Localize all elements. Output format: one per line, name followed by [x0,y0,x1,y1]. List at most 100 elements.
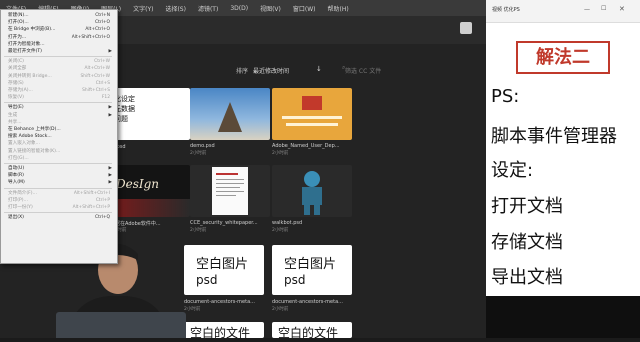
menu-select[interactable]: 选择(S) [165,4,186,13]
file-menu-item[interactable]: 共享... [0,119,116,126]
file-menu-item[interactable]: 关闭(C) Ctrl+W [0,58,116,65]
menu-window[interactable]: 窗口(W) [293,4,316,13]
file-menu-item[interactable]: 新建(N)... Ctrl+N [0,12,116,19]
menu-type[interactable]: 文字(Y) [133,4,153,13]
file-time: 2小时前 [272,307,289,312]
menu-item-label: 脚本(R) [8,173,24,179]
menu-separator [4,163,112,164]
thumbnail-line [216,195,236,196]
blank-title: 空白的文件 [278,326,339,338]
file-thumbnail-demo[interactable] [190,88,270,140]
thumbnail-line [216,173,238,175]
menu-item-shortcut: Shift+Ctrl+S [82,88,110,93]
menu-filter[interactable]: 滤镜(T) [198,4,218,13]
submenu-arrow-icon: ▶ [108,166,112,171]
blank-title: 空白图片 [284,257,337,272]
file-thumbnail-design[interactable]: DesIgn [110,165,190,217]
file-name: Adobe_Named_User_Dep... [272,143,340,149]
file-name: demo.psd [190,143,215,149]
submenu-arrow-icon: ▶ [108,105,112,111]
file-menu-item[interactable]: 导出(E) ▶ [0,104,116,111]
menu-item-label: 共享... [8,119,22,125]
menu-item-label: 打包(G)... [8,155,29,161]
sort-dropdown[interactable]: 最近修改时间 [253,66,289,75]
menu-separator [4,187,112,189]
menu-item-shortcut: Ctrl+W [94,59,110,65]
blank-title: 空白图片 [196,257,249,272]
adobe-logo-icon [302,96,322,110]
file-thumbnail-blank-4[interactable]: 空白的文件 [272,322,352,338]
file-menu-item[interactable]: 打开为智能对象... [0,41,116,48]
robot-leg [314,205,320,215]
file-thumbnail-adobe-named-user[interactable] [272,88,352,140]
menu-item-label: 在 Behance 上共享(D)... [8,127,61,132]
note-line-open-doc: 打开文档 [491,196,563,217]
file-menu-item[interactable]: 在 Bridge 中浏览(B)... Alt+Ctrl+O [0,26,116,33]
menu-item-shortcut: F12 [101,95,110,101]
file-thumbnail-cce-security[interactable] [190,165,270,217]
file-menu-item[interactable]: 打开为... Alt+Shift+Ctrl+O [0,34,116,41]
menu-item-shortcut: Ctrl+N [95,13,110,18]
file-menu-item[interactable]: 自动(U) ▶ [0,165,116,172]
blank-title: 空白的文件 [190,326,251,338]
file-time: 2小时前 [190,151,207,156]
document-page [212,167,248,215]
menu-item-label: 打印一份(Y) [8,205,33,210]
file-menu-item[interactable]: 生成 ▶ [0,112,116,119]
file-thumbnail-walkbot[interactable] [272,165,352,217]
menu-item-label: 打开为... [8,34,27,40]
menu-3d[interactable]: 3D(D) [230,5,248,12]
file-menu-item[interactable]: 恢复(V) F12 [0,94,116,101]
file-menu-item[interactable]: 打包(G)... [0,155,116,162]
file-name: document-ancestors-meta... [272,299,343,305]
file-thumbnail-1[interactable]: 化设定 元数据 问题 [110,88,190,140]
menu-item-shortcut: Ctrl+S [95,80,110,86]
filter-input[interactable]: 筛选 CC 文件 [345,66,381,75]
menu-item-label: 文件简介(F)... [8,190,37,196]
blank-subtitle: psd [284,273,306,287]
file-menu-item[interactable]: 置入链接的智能对象(K)... [0,148,116,155]
note-line-ps: PS: [491,86,520,107]
submenu-arrow-icon: ▶ [108,49,112,54]
note-line-script-manager: 脚本事件管理器 [491,126,617,147]
file-menu-item[interactable]: 在 Behance 上共享(D)... [0,126,116,133]
file-menu-item[interactable]: 打印(P)... Ctrl+P [0,197,116,204]
submenu-arrow-icon: ▶ [108,112,112,118]
file-menu-item[interactable]: 关闭并转到 Bridge... Shift+Ctrl+W [0,73,116,80]
file-time: 2小时前 [184,307,201,312]
file-menu-item[interactable]: 存储(S) Ctrl+S [0,80,116,87]
file-menu-item[interactable]: 打开(O)... Ctrl+O [0,19,116,26]
menu-item-label: 导入(M) [8,180,25,186]
avatar[interactable] [460,22,472,34]
menu-item-label: 导出(E) [8,105,24,111]
laptop [56,312,186,338]
file-thumbnail-blank-1[interactable]: 空白图片 psd [184,245,264,295]
menu-item-label: 生成 [8,112,18,118]
file-menu-item[interactable]: 关闭全部 Alt+Ctrl+W [0,65,116,72]
file-menu-item[interactable]: 打印一份(Y) Alt+Shift+Ctrl+P [0,204,116,211]
thumbnail-line [216,179,244,180]
minimize-icon[interactable]: — [584,6,590,13]
file-menu-item[interactable]: 置入嵌入对象... [0,140,116,147]
menu-help[interactable]: 帮助(H) [328,4,349,13]
thumbnail-line [216,183,244,184]
file-thumbnail-blank-2[interactable]: 空白图片 psd [272,245,352,295]
file-menu-item[interactable]: 搜索 Adobe Stock... [0,133,116,140]
note-line-save-doc: 存储文档 [491,232,563,253]
thumbnail-line [286,123,338,126]
maximize-icon[interactable]: ☐ [601,5,606,12]
file-menu-item[interactable]: 最近打开文件(T) ▶ [0,48,116,55]
close-icon[interactable]: ✕ [619,5,625,13]
robot-head-icon [304,171,320,187]
design-title: DesIgn [116,177,160,191]
file-thumbnail-blank-3[interactable]: 空白的文件 [184,322,264,338]
file-menu-item[interactable]: 脚本(R) ▶ [0,172,116,179]
sort-direction-icon[interactable]: ↓ [316,65,322,73]
file-menu-item[interactable]: 文件简介(F)... Alt+Shift+Ctrl+I [0,190,116,197]
file-menu-item[interactable]: 退出(X) Ctrl+Q [0,214,116,221]
menu-view[interactable]: 视图(V) [260,4,281,13]
file-menu-item[interactable]: 导入(M) ▶ [0,179,116,186]
file-menu-item[interactable]: 存储为(A)... Shift+Ctrl+S [0,87,116,94]
sculpture-image [218,102,242,132]
menu-item-label: 打开(O)... [8,20,29,26]
